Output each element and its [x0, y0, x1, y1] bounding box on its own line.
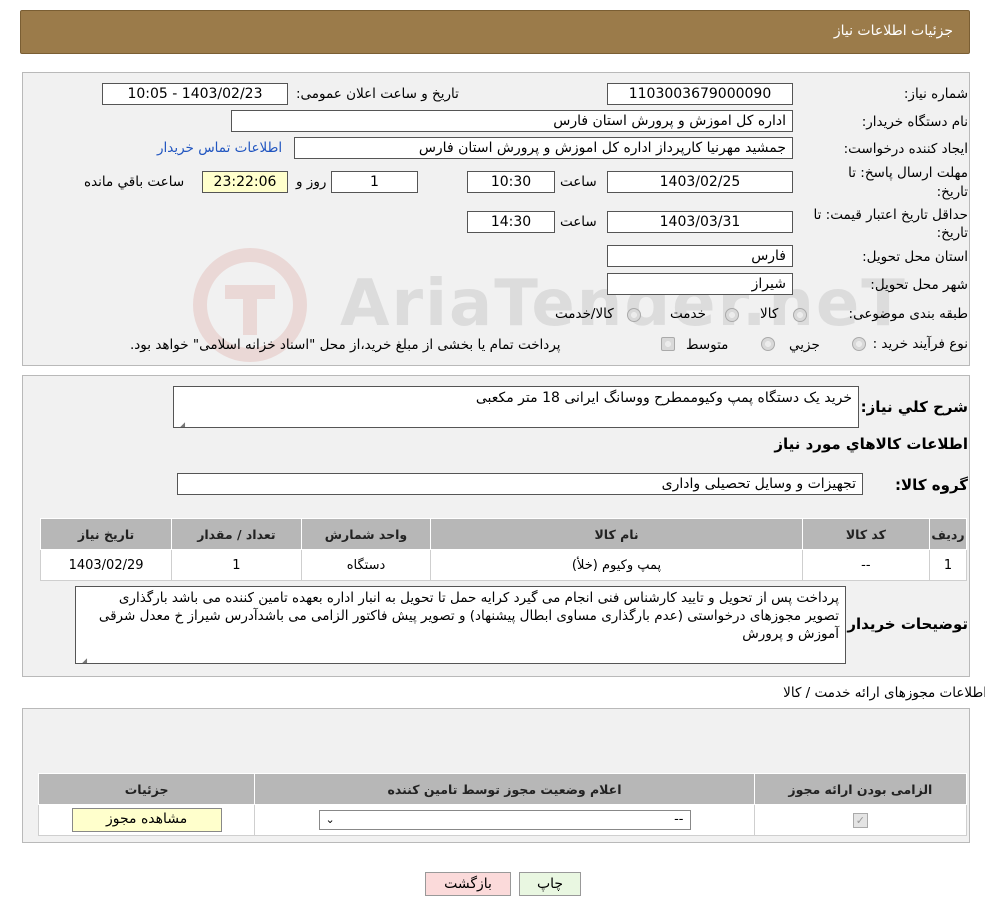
goods-info-title: اطلاعات کالاهاي مورد نیاز: [774, 435, 968, 453]
category-option-service: خدمت: [670, 306, 706, 322]
goods-group-label: گروه کالا:: [895, 476, 968, 494]
validity-label: حداقل تاریخ اعتبار قیمت: تا: [813, 207, 968, 223]
permits-header-row: الزامی بودن ارائه مجوز اعلام وضعیت مجوز …: [37, 773, 968, 805]
table-row: ✓ -- ⌄ مشاهده مجوز: [37, 804, 968, 836]
remaining-label: ساعت باقي مانده: [84, 174, 185, 190]
permit-status-select[interactable]: -- ⌄: [318, 810, 691, 830]
deadline-time-label: ساعت: [560, 174, 597, 190]
cell-row: 1: [929, 549, 967, 581]
need-number-field: 1103003679000090: [607, 83, 793, 105]
treasury-checkbox[interactable]: [661, 337, 675, 351]
col-code-header: کد کالا: [801, 518, 931, 550]
cell-name: پمپ وکیوم (خلأ): [430, 549, 803, 581]
cell-date: 1403/02/29: [39, 549, 173, 581]
deadline-date-field: 1403/02/25: [607, 171, 793, 193]
col-row-header: ردیف: [929, 518, 967, 550]
category-radio-goods-service[interactable]: [627, 308, 641, 322]
remaining-time-field: 23:22:06: [202, 171, 288, 193]
buyer-contact-link[interactable]: اطلاعات تماس خریدار: [157, 140, 282, 156]
description-textarea[interactable]: خرید یک دستگاه پمپ وکیوممطرح ووسانگ ایرا…: [173, 386, 859, 428]
cell-qty: 1: [171, 549, 302, 581]
description-label: شرح کلي نیاز:: [860, 398, 968, 416]
page-header: جزئیات اطلاعات نیاز: [20, 10, 970, 54]
chevron-down-icon: ⌄: [325, 813, 335, 826]
days-label: روز و: [296, 174, 327, 190]
permit-required-header: الزامی بودن ارائه مجوز: [753, 773, 968, 805]
back-button[interactable]: بازگشت: [425, 872, 511, 896]
category-radio-service[interactable]: [725, 308, 739, 322]
permits-table-container: الزامی بودن ارائه مجوز اعلام وضعیت مجوز …: [37, 773, 968, 836]
permit-status-value: --: [674, 812, 684, 827]
notes-resize-handle-icon[interactable]: ◢: [78, 653, 87, 663]
days-field: 1: [331, 171, 418, 193]
col-unit-header: واحد شمارش: [300, 518, 432, 550]
process-option-minor: جزیي: [789, 337, 820, 353]
process-label: نوع فرآیند خرید :: [872, 336, 968, 352]
buyer-org-label: نام دستگاه خریدار:: [861, 114, 968, 130]
process-radio-medium[interactable]: [761, 337, 775, 351]
process-option-medium: متوسط: [686, 337, 729, 353]
validity-time-label: ساعت: [560, 214, 597, 230]
permit-status-cell: -- ⌄: [254, 804, 755, 836]
category-label: طبقه بندی موضوعی:: [848, 306, 968, 322]
announce-label: تاریخ و ساعت اعلان عمومی:: [296, 86, 459, 102]
validity-label-2: تاریخ:: [936, 225, 968, 241]
permit-status-header: اعلام وضعیت مجوز توسط تامین کننده: [254, 773, 755, 805]
province-label: استان محل تحویل:: [862, 249, 968, 265]
resize-handle-icon[interactable]: ◢: [176, 417, 185, 427]
category-radio-goods[interactable]: [793, 308, 807, 322]
table-row: 1 -- پمپ وکیوم (خلأ) دستگاه 1 1403/02/29: [39, 549, 967, 581]
process-radio-minor[interactable]: [852, 337, 866, 351]
city-label: شهر محل تحویل:: [870, 277, 968, 293]
deadline-label-2: تاریخ:: [936, 184, 968, 200]
col-qty-header: تعداد / مقدار: [171, 518, 302, 550]
deadline-time-field: 10:30: [467, 171, 555, 193]
col-date-header: تاریخ نیاز: [39, 518, 173, 550]
goods-table-header-row: ردیف کد کالا نام کالا واحد شمارش تعداد /…: [39, 518, 967, 550]
category-option-goods: کالا: [760, 306, 779, 322]
buyer-notes-label: توضیحات خریدار:: [841, 615, 968, 633]
cell-unit: دستگاه: [300, 549, 432, 581]
category-option-goods-service: کالا/خدمت: [555, 306, 614, 322]
deadline-label: مهلت ارسال پاسخ: تا: [848, 165, 968, 181]
buyer-notes-text: پرداخت پس از تحویل و تایید کارشناس فنی ا…: [98, 590, 839, 642]
city-field: شیراز: [607, 273, 793, 295]
permit-details-cell: مشاهده مجوز: [37, 804, 256, 836]
permits-table: الزامی بودن ارائه مجوز اعلام وضعیت مجوز …: [37, 773, 968, 836]
permits-title: اطلاعات مجوزهای ارائه خدمت / کالا: [783, 685, 985, 701]
buyer-org-field: اداره کل اموزش و پرورش استان فارس: [231, 110, 793, 132]
cell-code: --: [801, 549, 931, 581]
buyer-notes-textarea[interactable]: پرداخت پس از تحویل و تایید کارشناس فنی ا…: [75, 586, 846, 664]
goods-table-container: ردیف کد کالا نام کالا واحد شمارش تعداد /…: [39, 518, 967, 581]
validity-date-field: 1403/03/31: [607, 211, 793, 233]
requester-label: ایجاد کننده درخواست:: [843, 141, 968, 157]
need-number-label: شماره نیاز:: [903, 86, 968, 102]
print-button[interactable]: چاپ: [519, 872, 581, 896]
validity-time-field: 14:30: [467, 211, 555, 233]
col-name-header: نام کالا: [430, 518, 803, 550]
province-field: فارس: [607, 245, 793, 267]
permit-required-cell: ✓: [753, 804, 968, 836]
goods-group-field: تجهیزات و وسایل تحصیلی واداری: [177, 473, 863, 495]
checkmark-checkbox-icon: ✓: [852, 812, 868, 828]
requester-field: جمشید مهرنیا کارپرداز اداره کل اموزش و پ…: [294, 137, 793, 159]
announce-field: 1403/02/23 - 10:05: [102, 83, 288, 105]
page-title: جزئیات اطلاعات نیاز: [833, 23, 953, 39]
view-permit-button[interactable]: مشاهده مجوز: [71, 808, 222, 832]
process-note: پرداخت تمام یا بخشی از مبلغ خرید،از محل …: [130, 337, 561, 353]
goods-table: ردیف کد کالا نام کالا واحد شمارش تعداد /…: [39, 518, 967, 581]
permit-details-header: جزئیات: [37, 773, 256, 805]
description-text: خرید یک دستگاه پمپ وکیوممطرح ووسانگ ایرا…: [475, 390, 852, 406]
